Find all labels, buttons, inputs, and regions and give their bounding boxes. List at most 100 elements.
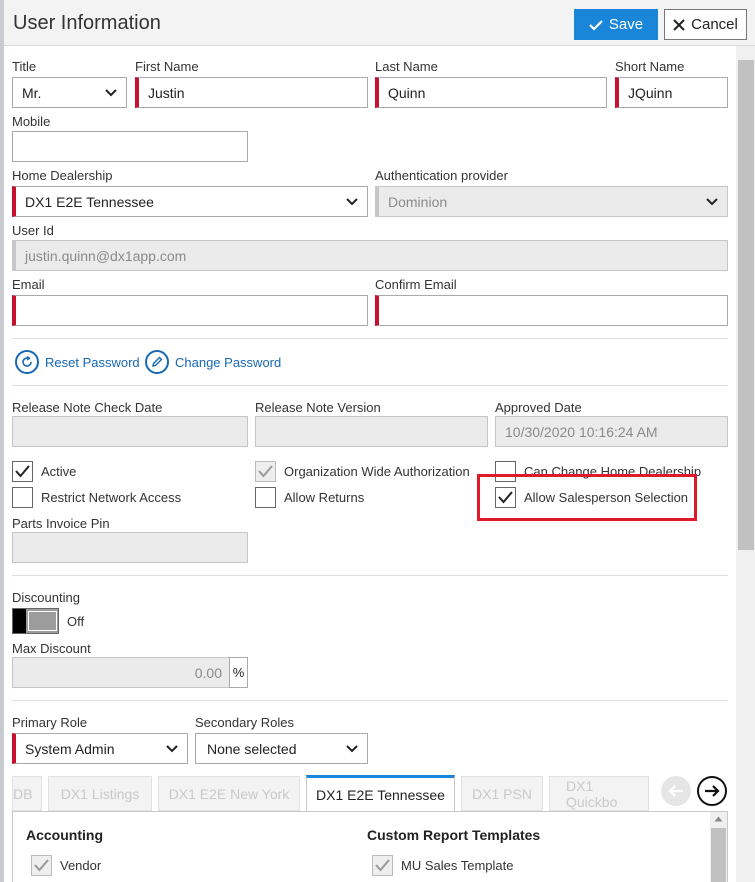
save-button[interactable]: Save (574, 9, 658, 40)
divider (12, 338, 728, 339)
chevron-down-icon (346, 198, 358, 206)
tab-label: DX1 E2E Tennessee (316, 787, 445, 803)
scroll-up-icon (714, 816, 723, 822)
cancel-button[interactable]: Cancel (664, 9, 747, 40)
divider (12, 575, 728, 576)
allow-returns-checkbox[interactable] (255, 487, 276, 508)
tab-dx1-listings[interactable]: DX1 Listings (48, 776, 152, 811)
first-name-value: Justin (148, 84, 185, 101)
arrow-right-icon (705, 785, 720, 797)
tab-db[interactable]: DB (12, 776, 42, 811)
check-icon (34, 859, 49, 872)
first-name-field[interactable]: Justin (135, 77, 368, 108)
discounting-toggle[interactable] (12, 608, 59, 634)
tab-label: DX1 PSN (472, 785, 532, 802)
vendor-checkbox[interactable] (31, 855, 52, 876)
tab-label: DX1 Listings (60, 785, 140, 802)
mobile-label: Mobile (12, 114, 51, 129)
dialog-title: User Information (13, 12, 161, 34)
primary-role-label: Primary Role (12, 715, 88, 730)
tab-panel (12, 811, 728, 882)
release-version-field (255, 416, 488, 447)
restrict-network-checkbox[interactable] (12, 487, 33, 508)
allow-returns-label: Allow Returns (284, 490, 365, 505)
tab-dx1-quickbooks[interactable]: DX1 Quickbo (549, 776, 649, 811)
active-checkbox[interactable] (12, 461, 33, 482)
panel-scrollbar[interactable] (710, 812, 727, 882)
check-icon (258, 465, 273, 478)
scrollbar-thumb[interactable] (738, 60, 754, 550)
custom-reports-heading: Custom Report Templates (367, 827, 541, 843)
check-icon (15, 465, 30, 478)
pencil-icon (145, 350, 169, 374)
release-check-date-label: Release Note Check Date (12, 400, 163, 415)
primary-role-value: System Admin (25, 740, 115, 757)
home-dealership-label: Home Dealership (12, 168, 113, 183)
email-field[interactable] (12, 295, 368, 326)
max-discount-value: 0.00 (194, 664, 222, 681)
refresh-icon (15, 350, 39, 374)
active-label: Active (41, 464, 77, 479)
approved-date-field: 10/30/2020 10:16:24 AM (495, 416, 728, 447)
secondary-roles-select[interactable]: None selected (195, 733, 368, 764)
tab-label: DX1 Quickbo (566, 777, 618, 810)
user-id-field[interactable]: justin.quinn@dx1app.com (12, 240, 728, 271)
max-discount-field[interactable]: 0.00 (12, 657, 230, 688)
title-select[interactable]: Mr. (12, 77, 127, 108)
secondary-roles-label: Secondary Roles (195, 715, 294, 730)
primary-role-select[interactable]: System Admin (12, 733, 188, 764)
parts-invoice-pin-field[interactable] (12, 532, 248, 563)
tab-dx1-e2e-tennessee[interactable]: DX1 E2E Tennessee (306, 775, 455, 812)
divider (12, 700, 728, 701)
home-dealership-select[interactable]: DX1 E2E Tennessee (12, 186, 368, 217)
org-wide-checkbox[interactable] (255, 461, 276, 482)
release-version-label: Release Note Version (255, 400, 381, 415)
close-icon (673, 18, 685, 31)
arrow-left-icon (668, 785, 683, 797)
short-name-field[interactable]: JQuinn (615, 77, 728, 108)
reset-password-label: Reset Password (45, 354, 140, 370)
title-value: Mr. (22, 84, 42, 101)
mobile-field[interactable] (12, 131, 248, 162)
tab-dx1-psn[interactable]: DX1 PSN (461, 776, 543, 811)
tab-label: DB (13, 785, 33, 802)
confirm-email-field[interactable] (375, 295, 728, 326)
auth-provider-select[interactable]: Dominion (375, 186, 728, 217)
toggle-knob (13, 609, 26, 633)
reset-password-link[interactable]: Reset Password (15, 350, 140, 374)
tab-label: DX1 E2E New York (168, 785, 290, 802)
org-wide-label: Organization Wide Authorization (284, 464, 470, 479)
chevron-down-icon (706, 198, 718, 206)
chevron-down-icon (166, 745, 178, 753)
cancel-label: Cancel (691, 16, 738, 33)
chevron-down-icon (346, 745, 358, 753)
toggle-track (28, 611, 57, 631)
confirm-email-label: Confirm Email (375, 277, 457, 292)
tab-prev-button[interactable] (661, 776, 691, 806)
save-label: Save (608, 16, 644, 33)
check-icon (589, 19, 603, 31)
last-name-value: Quinn (388, 84, 426, 101)
panel-scrollbar-thumb[interactable] (711, 828, 726, 882)
tab-dx1-e2e-new-york[interactable]: DX1 E2E New York (158, 776, 300, 811)
divider (12, 385, 728, 386)
short-name-value: JQuinn (628, 84, 673, 101)
change-password-link[interactable]: Change Password (145, 350, 281, 374)
approved-date-label: Approved Date (495, 400, 582, 415)
percent-unit: % (229, 657, 248, 688)
discounting-state: Off (67, 614, 85, 629)
approved-date-value: 10/30/2020 10:16:24 AM (505, 423, 658, 440)
mu-sales-template-checkbox[interactable] (372, 855, 393, 876)
email-label: Email (12, 277, 45, 292)
check-icon (375, 859, 390, 872)
release-check-date-field (12, 416, 248, 447)
parts-invoice-pin-label: Parts Invoice Pin (12, 516, 110, 531)
window-left-edge (0, 0, 4, 882)
auth-provider-label: Authentication provider (375, 168, 508, 183)
auth-provider-value: Dominion (388, 193, 448, 210)
max-discount-label: Max Discount (12, 641, 91, 656)
highlight-box (477, 474, 697, 521)
tab-next-button[interactable] (697, 776, 727, 806)
home-dealership-value: DX1 E2E Tennessee (25, 193, 154, 210)
last-name-field[interactable]: Quinn (375, 77, 607, 108)
